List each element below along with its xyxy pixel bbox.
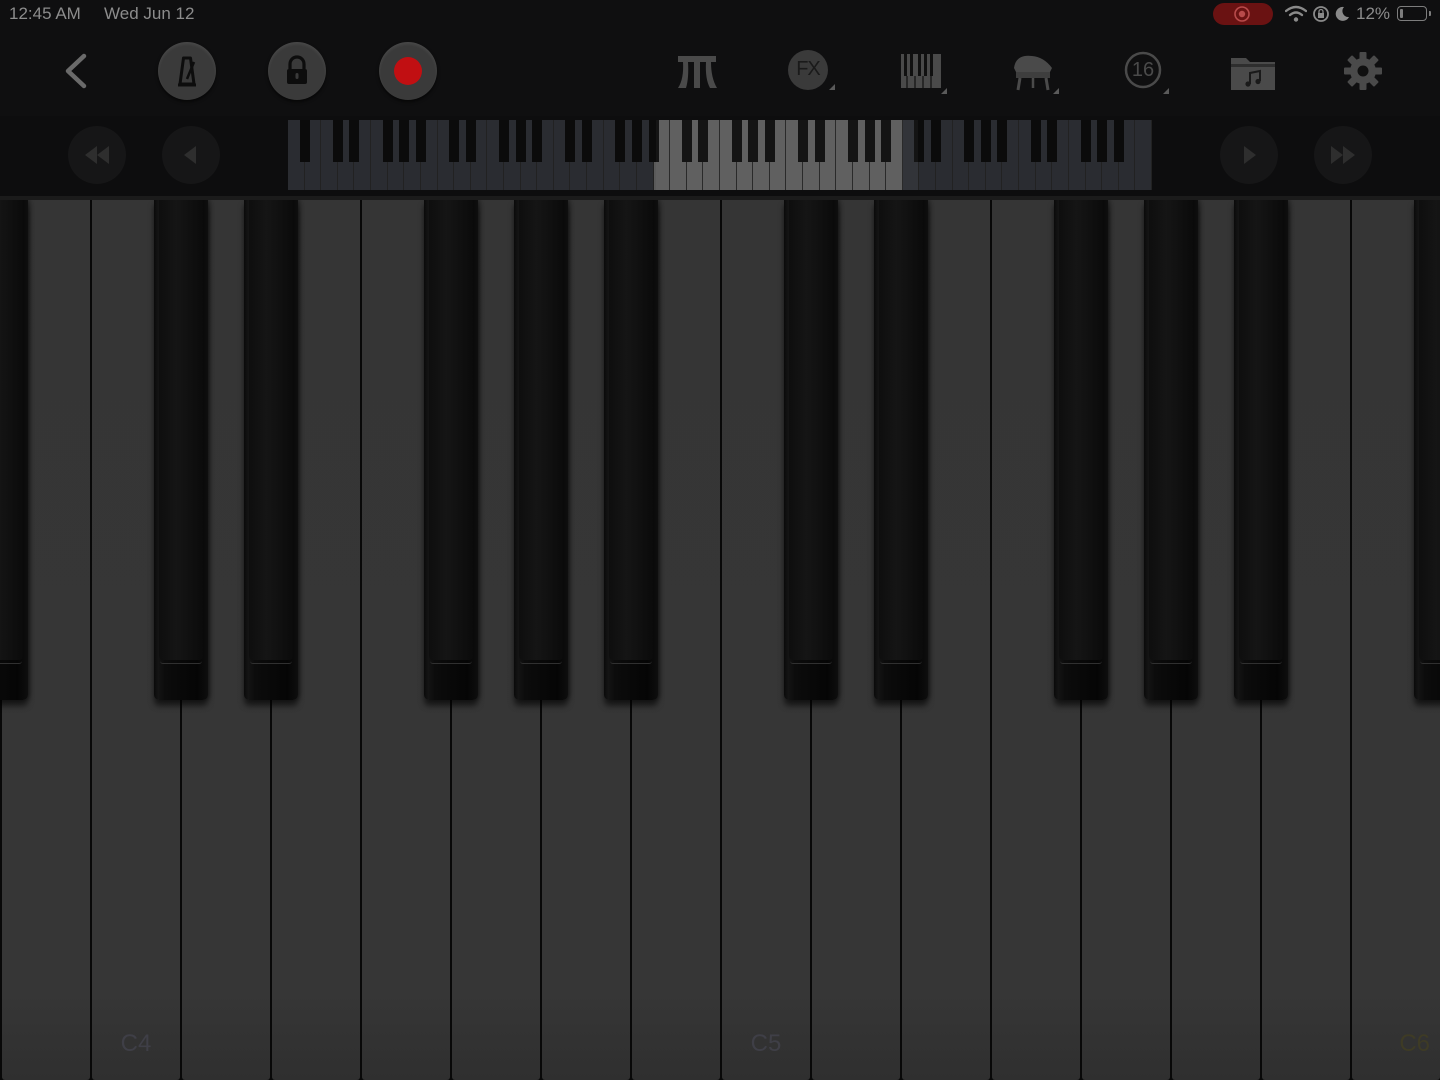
- fx-button[interactable]: FX: [782, 44, 836, 98]
- mini-keyboard[interactable]: [288, 120, 1152, 190]
- back-icon: [65, 53, 87, 89]
- mini-black-key: [299, 120, 310, 162]
- metronome-button[interactable]: [158, 42, 216, 100]
- song-folder-icon: [1231, 58, 1275, 90]
- battery-icon: [1397, 6, 1431, 21]
- visible-range-window[interactable]: [656, 120, 918, 190]
- channel-button[interactable]: 16: [1116, 44, 1170, 98]
- status-time: 12:45 AM: [9, 4, 81, 23]
- channel-label: 16: [1131, 59, 1155, 81]
- black-key-a#5[interactable]: [1234, 200, 1288, 700]
- metronome-icon: [178, 56, 196, 87]
- lock-icon: [287, 55, 307, 84]
- black-key-f#4[interactable]: [424, 200, 478, 700]
- black-key-c#5[interactable]: [784, 200, 838, 700]
- black-key-g#4[interactable]: [514, 200, 568, 700]
- key-rail: [0, 196, 1440, 200]
- key-label-c4: C4: [120, 1030, 152, 1057]
- mini-black-key: [615, 120, 626, 162]
- screen-record-indicator[interactable]: [1213, 3, 1273, 25]
- mini-black-key: [499, 120, 509, 162]
- mini-black-key: [964, 120, 975, 162]
- mini-black-key: [1047, 120, 1058, 162]
- step-left-button[interactable]: [162, 126, 220, 184]
- keyboard-layout-button[interactable]: [894, 44, 948, 98]
- mini-black-key: [415, 120, 426, 162]
- mini-black-key: [980, 120, 991, 162]
- status-bar: 12:45 AM Wed Jun 12 12%: [0, 0, 1440, 28]
- black-key-a#4[interactable]: [604, 200, 658, 700]
- battery-percentage: 12%: [1356, 4, 1391, 23]
- mini-black-key: [931, 120, 941, 162]
- settings-button[interactable]: [1336, 44, 1390, 98]
- sustain-pedal-icon: [678, 56, 717, 88]
- black-key-g#5[interactable]: [1144, 200, 1198, 700]
- song-folder-button[interactable]: [1226, 44, 1280, 98]
- rewind-octave-button[interactable]: [68, 126, 126, 184]
- black-key-d#5[interactable]: [874, 200, 928, 700]
- black-key-c#4[interactable]: [154, 200, 208, 700]
- mini-black-key: [1097, 120, 1108, 162]
- wifi-icon: [1285, 5, 1307, 22]
- fast-forward-octave-icon: [1331, 146, 1355, 164]
- mini-black-key: [1030, 120, 1041, 162]
- mini-black-key: [1113, 120, 1124, 162]
- record-button[interactable]: [379, 42, 437, 100]
- screen-record-icon: [1234, 6, 1250, 22]
- status-date: Wed Jun 12: [104, 4, 195, 23]
- black-key-d#4[interactable]: [244, 200, 298, 700]
- toolbar: FX 16: [0, 28, 1440, 116]
- mini-black-key: [532, 120, 543, 162]
- mini-black-key: [631, 120, 642, 162]
- black-key-a#3[interactable]: [0, 200, 28, 700]
- sustain-pedal-button[interactable]: [670, 44, 724, 98]
- settings-icon: [1344, 52, 1382, 90]
- orientation-lock-icon: [1313, 6, 1329, 22]
- moon-icon: [1335, 6, 1349, 21]
- mini-black-key: [582, 120, 593, 162]
- mini-black-key: [399, 120, 410, 162]
- key-label-c6: C6: [1399, 1030, 1430, 1057]
- piano-keyboard: C4 C5 C6: [0, 196, 1440, 1080]
- instrument-icon: [1014, 55, 1059, 94]
- keyboard-layout-icon: [901, 54, 947, 94]
- mini-black-key: [1080, 120, 1091, 162]
- step-left-icon: [184, 146, 196, 164]
- step-right-button[interactable]: [1220, 126, 1278, 184]
- instrument-button[interactable]: [1006, 44, 1060, 98]
- rewind-octave-icon: [85, 146, 109, 164]
- mini-black-key: [515, 120, 526, 162]
- mini-black-key: [997, 120, 1008, 162]
- mini-black-key: [349, 120, 360, 162]
- mini-black-key: [465, 120, 476, 162]
- record-icon: [394, 57, 422, 85]
- keyboard-overview-bar: [0, 116, 1440, 196]
- mini-black-key: [332, 120, 343, 162]
- black-key-c#6[interactable]: [1414, 200, 1440, 700]
- fx-label: FX: [796, 58, 821, 80]
- mini-black-key: [565, 120, 576, 162]
- lock-button[interactable]: [268, 42, 326, 100]
- mini-black-key: [382, 120, 393, 162]
- step-right-icon: [1244, 146, 1256, 164]
- key-label-c5: C5: [750, 1030, 782, 1057]
- mini-black-key: [449, 120, 460, 162]
- fast-forward-octave-button[interactable]: [1314, 126, 1372, 184]
- black-key-f#5[interactable]: [1054, 200, 1108, 700]
- back-button[interactable]: [50, 44, 104, 98]
